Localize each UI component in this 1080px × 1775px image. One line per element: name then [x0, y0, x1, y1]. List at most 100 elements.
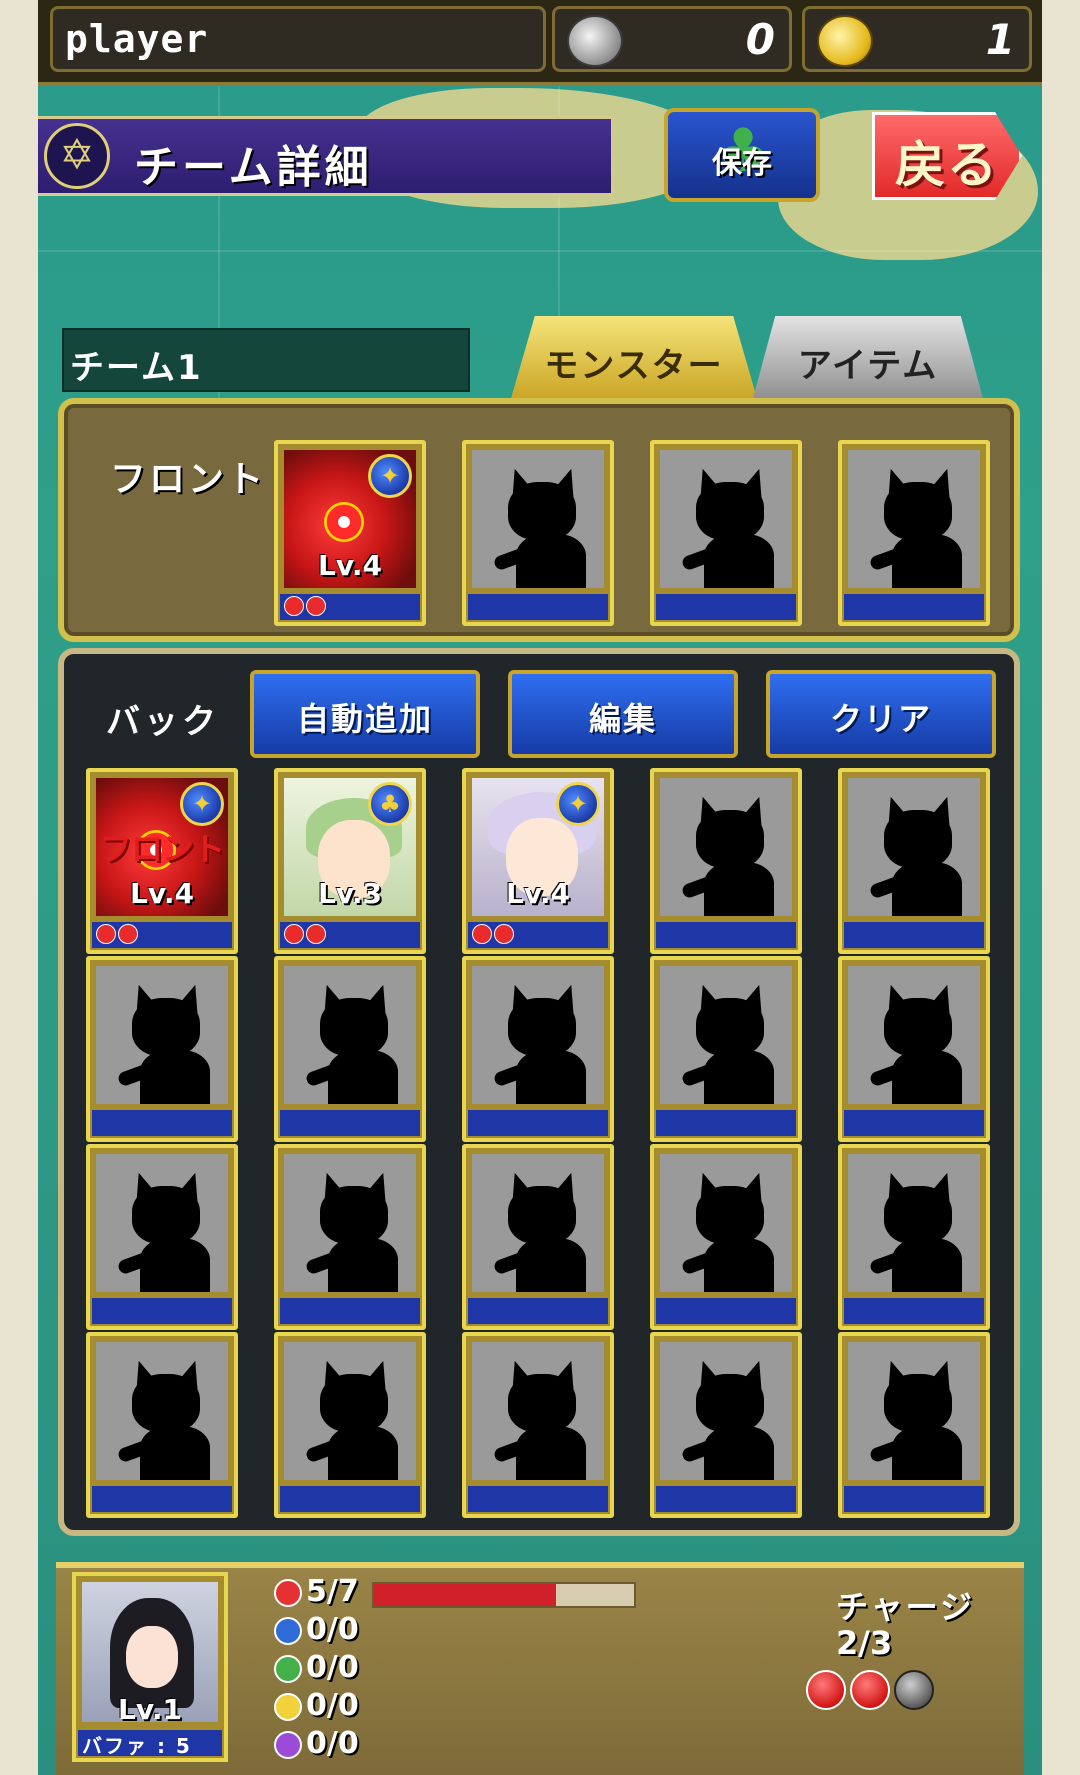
auto-add-button[interactable]: 自動追加: [250, 670, 480, 758]
back-empty-slot[interactable]: [650, 956, 802, 1142]
silhouette-body: [140, 1238, 210, 1292]
stat-wood-value: 0/0: [306, 1650, 359, 1685]
back-empty-slot[interactable]: [462, 956, 614, 1142]
clover-badge-icon: ♣: [368, 782, 412, 826]
player-name-box: player: [50, 6, 546, 72]
silhouette-body: [516, 534, 586, 588]
empty-slot-silhouette-icon: [868, 1168, 970, 1292]
silhouette-body: [516, 1426, 586, 1480]
back-empty-slot[interactable]: [838, 956, 990, 1142]
page-title-banner: ✡ チーム詳細: [38, 116, 614, 196]
back-empty-slot[interactable]: [462, 1332, 614, 1518]
back-empty-slot[interactable]: [838, 1144, 990, 1330]
front-monster-card[interactable]: ✦ Lv.4: [274, 440, 426, 626]
charge-orb-filled-icon: [806, 1670, 846, 1710]
charge-orb-empty-icon: [894, 1670, 934, 1710]
fire-cost-bar-fill: [374, 1584, 556, 1606]
back-empty-slot[interactable]: [86, 956, 238, 1142]
back-monster-card[interactable]: ♣ Lv.3: [274, 768, 426, 954]
back-empty-slot[interactable]: [838, 1332, 990, 1518]
leader-card[interactable]: Lv.1 バファ : 5: [72, 1572, 228, 1762]
card-info-bar: [280, 1298, 420, 1324]
back-empty-slot[interactable]: [274, 1332, 426, 1518]
card-info-bar: [468, 1298, 608, 1324]
card-info-bar: [468, 922, 608, 948]
back-button[interactable]: 戻る: [872, 112, 1022, 200]
clear-button-label: クリア: [829, 700, 932, 738]
back-monster-card[interactable]: ✦ Lv.4: [462, 768, 614, 954]
stat-dark: 0/0: [274, 1726, 359, 1761]
card-portrait: ✦ フロント Lv.4: [96, 778, 228, 916]
back-empty-slot[interactable]: [462, 1144, 614, 1330]
card-info-bar: [656, 1110, 796, 1136]
empty-slot-silhouette-icon: [680, 1168, 782, 1292]
back-monster-card[interactable]: ✦ フロント Lv.4: [86, 768, 238, 954]
card-info-bar: [468, 594, 608, 620]
stat-dark-value: 0/0: [306, 1726, 359, 1761]
empty-slot-silhouette-icon: [680, 464, 782, 588]
leader-face: [126, 1626, 178, 1688]
back-button-label: 戻る: [895, 136, 999, 194]
silhouette-body: [328, 1050, 398, 1104]
back-empty-slot[interactable]: [274, 956, 426, 1142]
silhouette-head: [884, 1186, 952, 1244]
silhouette-head: [320, 1186, 388, 1244]
silver-coin-icon: [567, 15, 623, 67]
silhouette-body: [892, 1238, 962, 1292]
cost-orbs: [472, 924, 516, 944]
edit-button[interactable]: 編集: [508, 670, 738, 758]
card-info-bar: [844, 922, 984, 948]
silhouette-head: [696, 810, 764, 868]
tab-item-label: アイテム: [797, 346, 939, 386]
empty-slot-silhouette-icon: [116, 1168, 218, 1292]
game-screen: player 0 1 ✡ チーム詳細 ♣ 保存 戻る チーム1 モンスター アイ…: [0, 0, 1080, 1775]
cost-orbs: [284, 596, 328, 616]
leader-buffer-bar: バファ : 5: [78, 1730, 222, 1758]
silhouette-body: [892, 1426, 962, 1480]
card-info-bar: [280, 1486, 420, 1512]
card-portrait: [472, 966, 604, 1104]
silhouette-body: [704, 1426, 774, 1480]
clear-button[interactable]: クリア: [766, 670, 996, 758]
silhouette-head: [508, 482, 576, 540]
silhouette-head: [508, 1374, 576, 1432]
card-info-bar: [280, 594, 420, 620]
fire-cost-orb-icon: [306, 924, 326, 944]
card-info-bar: [92, 1486, 232, 1512]
card-portrait: [660, 778, 792, 916]
card-info-bar: [844, 1298, 984, 1324]
back-empty-slot[interactable]: [650, 1332, 802, 1518]
card-portrait: [472, 450, 604, 588]
monster-level: Lv.4: [130, 877, 194, 910]
back-empty-slot[interactable]: [86, 1332, 238, 1518]
card-portrait: [660, 1342, 792, 1480]
front-empty-slot[interactable]: [462, 440, 614, 626]
silhouette-head: [696, 1186, 764, 1244]
silhouette-head: [132, 1374, 200, 1432]
tab-item[interactable]: アイテム: [752, 316, 984, 402]
back-empty-slot[interactable]: [838, 768, 990, 954]
save-button[interactable]: ♣ 保存: [664, 108, 820, 202]
back-empty-slot[interactable]: [650, 768, 802, 954]
silhouette-head: [884, 482, 952, 540]
back-empty-slot[interactable]: [86, 1144, 238, 1330]
tab-monster[interactable]: モンスター: [510, 316, 758, 402]
back-empty-slot[interactable]: [274, 1144, 426, 1330]
water-orb-icon: [274, 1616, 302, 1645]
card-portrait: [284, 966, 416, 1104]
front-empty-slot[interactable]: [838, 440, 990, 626]
silhouette-head: [320, 1374, 388, 1432]
card-portrait: [848, 778, 980, 916]
empty-slot-silhouette-icon: [868, 1356, 970, 1480]
monster-level: Lv.4: [506, 877, 570, 910]
card-portrait: ✦ Lv.4: [472, 778, 604, 916]
back-empty-slot[interactable]: [650, 1144, 802, 1330]
silhouette-body: [892, 1050, 962, 1104]
charge-value: 2/3: [836, 1624, 893, 1662]
card-info-bar: [844, 1486, 984, 1512]
silhouette-body: [704, 534, 774, 588]
silhouette-head: [884, 998, 952, 1056]
silhouette-head: [508, 1186, 576, 1244]
front-empty-slot[interactable]: [650, 440, 802, 626]
empty-slot-silhouette-icon: [868, 980, 970, 1104]
